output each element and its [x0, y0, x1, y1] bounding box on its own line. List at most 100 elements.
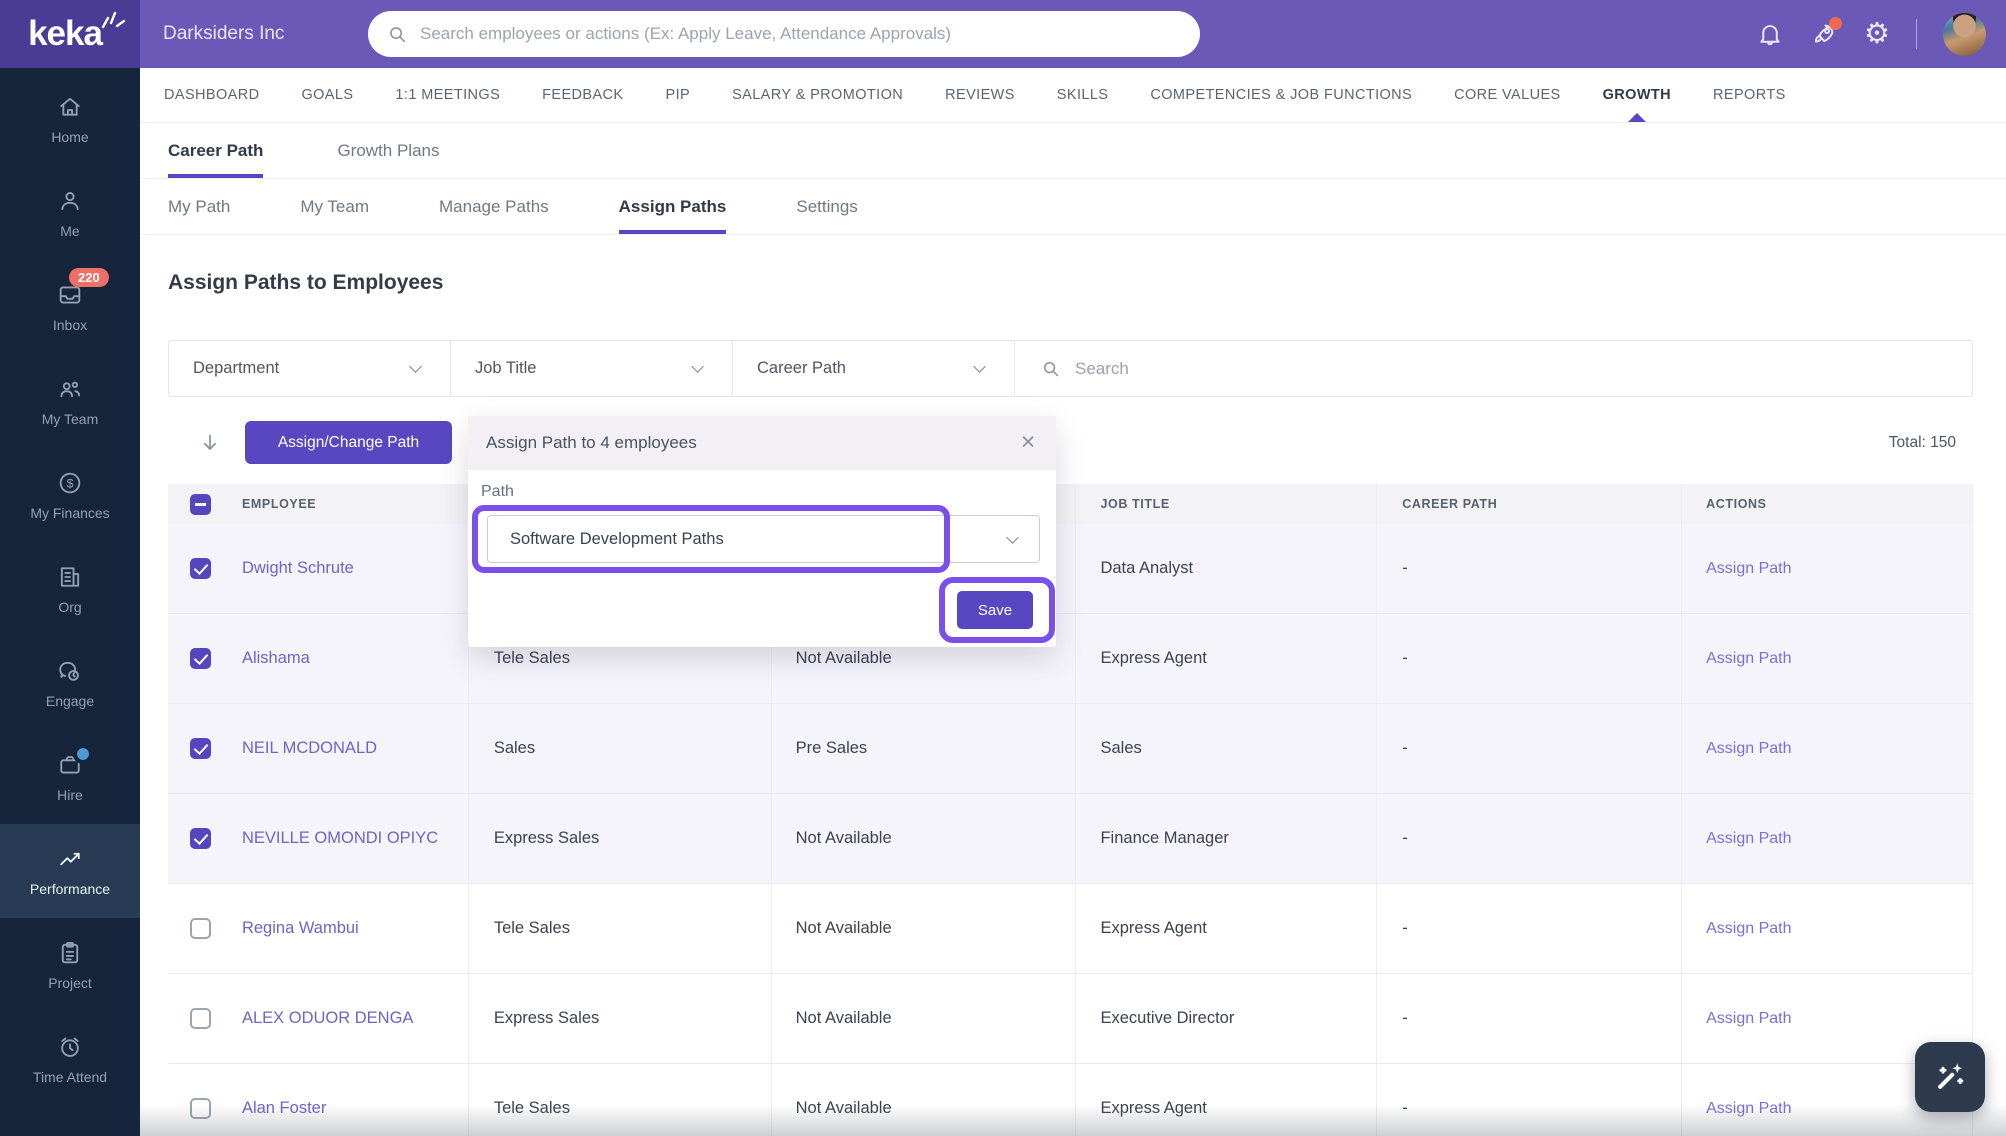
sidebar-item-project[interactable]: Project: [0, 918, 140, 1012]
sidebar-item-home[interactable]: Home: [0, 72, 140, 166]
user-icon: [56, 187, 84, 215]
tab-growth-plans[interactable]: Growth Plans: [337, 123, 439, 178]
row-checkbox[interactable]: [190, 918, 212, 939]
current-path-cell: Not Available: [795, 1009, 892, 1027]
current-path-cell: Not Available: [795, 1099, 892, 1117]
nav-item-goals[interactable]: GOALS: [301, 68, 353, 122]
global-search-input[interactable]: [420, 24, 1200, 44]
job-title-cell: Data Analyst: [1100, 559, 1194, 577]
department-cell: Express Sales: [493, 829, 600, 847]
employee-name-link[interactable]: Alishama: [242, 649, 310, 668]
svg-text:$: $: [67, 476, 74, 490]
module-tabs: Career Path Growth Plans: [140, 123, 2006, 179]
rocket-icon[interactable]: [1810, 17, 1842, 48]
job-title-cell: Express Agent: [1100, 919, 1207, 937]
header-actions: ACTIONS: [1681, 484, 1972, 524]
sidebar-item-inbox[interactable]: 220 Inbox: [0, 260, 140, 354]
path-select-value: Software Development Paths: [510, 529, 724, 548]
home-icon: [56, 93, 84, 121]
sidebar-item-org[interactable]: Org: [0, 542, 140, 636]
path-select[interactable]: Software Development Paths: [487, 515, 1040, 563]
bell-icon[interactable]: [1756, 20, 1784, 48]
nav-item-skills[interactable]: SKILLS: [1057, 68, 1109, 122]
department-cell: Tele Sales: [493, 649, 570, 667]
search-icon: [1043, 361, 1059, 377]
performance-top-nav: DASHBOARD GOALS 1:1 MEETINGS FEEDBACK PIP SAL…: [140, 68, 2006, 123]
header-employee: EMPLOYEE: [241, 497, 317, 511]
nav-item-reviews[interactable]: REVIEWS: [945, 68, 1015, 122]
popup-body: Path Software Development Paths Save: [468, 470, 1056, 647]
employees-table: EMPLOYEE JOB TITLE CAREER PATH ACTIONS D…: [168, 484, 1973, 1136]
sidebar-item-me[interactable]: Me: [0, 166, 140, 260]
nav-item-growth[interactable]: GROWTH: [1603, 68, 1671, 122]
row-checkbox[interactable]: [190, 828, 212, 849]
career-path-cell: -: [1402, 739, 1408, 757]
user-avatar[interactable]: [1943, 12, 1986, 56]
nav-item-reports[interactable]: REPORTS: [1713, 68, 1786, 122]
department-filter[interactable]: Department: [169, 341, 451, 396]
employee-name-link[interactable]: Dwight Schrute: [242, 559, 354, 578]
employee-name-link[interactable]: Alan Foster: [242, 1099, 326, 1118]
row-checkbox[interactable]: [190, 738, 212, 759]
search-icon: [390, 27, 406, 43]
assign-path-link[interactable]: Assign Path: [1706, 1100, 1791, 1118]
employee-name-link[interactable]: NEVILLE OMONDI OPIYC: [242, 829, 438, 848]
department-filter-label: Department: [193, 359, 280, 377]
topbar-divider: [1916, 19, 1917, 49]
company-name: Darksiders Inc: [163, 23, 285, 44]
row-checkbox[interactable]: [190, 648, 212, 669]
nav-item-salary-promotion[interactable]: SALARY & PROMOTION: [732, 68, 903, 122]
gear-icon[interactable]: ⚙: [1864, 19, 1890, 49]
sidebar-item-my-finances[interactable]: $ My Finances: [0, 448, 140, 542]
sidebar-item-performance[interactable]: Performance: [0, 824, 140, 918]
assign-path-link[interactable]: Assign Path: [1706, 650, 1791, 668]
finances-icon: $: [56, 469, 84, 497]
job-title-filter[interactable]: Job Title: [451, 341, 733, 396]
save-button[interactable]: Save: [957, 591, 1033, 629]
filter-bar: Department Job Title Career Path: [168, 340, 1973, 397]
nav-item-competencies-job-functions[interactable]: COMPETENCIES & JOB FUNCTIONS: [1150, 68, 1412, 122]
assign-change-path-button[interactable]: Assign/Change Path: [245, 421, 452, 464]
header-job-title: JOB TITLE: [1075, 484, 1376, 524]
tab-my-team[interactable]: My Team: [300, 179, 369, 234]
assign-path-link[interactable]: Assign Path: [1706, 830, 1791, 848]
employee-name-link[interactable]: Regina Wambui: [242, 919, 359, 938]
nav-item-dashboard[interactable]: DASHBOARD: [164, 68, 259, 122]
row-checkbox[interactable]: [190, 1008, 212, 1029]
table-search-input[interactable]: [1075, 358, 1972, 379]
close-icon[interactable]: ✕: [1020, 434, 1036, 453]
time-icon: [56, 1033, 84, 1061]
assign-path-link[interactable]: Assign Path: [1706, 1010, 1791, 1028]
nav-item-1-1-meetings[interactable]: 1:1 MEETINGS: [395, 68, 500, 122]
job-title-filter-label: Job Title: [475, 359, 537, 377]
top-bar: keka Darksiders Inc ⚙: [0, 0, 2006, 68]
tab-assign-paths[interactable]: Assign Paths: [619, 179, 727, 234]
sort-arrow-icon[interactable]: [198, 431, 222, 455]
row-checkbox[interactable]: [190, 558, 212, 579]
tab-manage-paths[interactable]: Manage Paths: [439, 179, 549, 234]
sidebar-item-hire[interactable]: Hire: [0, 730, 140, 824]
global-search: [368, 11, 1200, 57]
assign-path-link[interactable]: Assign Path: [1706, 560, 1791, 578]
chevron-down-icon: [691, 360, 704, 373]
tab-settings[interactable]: Settings: [796, 179, 857, 234]
assign-path-link[interactable]: Assign Path: [1706, 920, 1791, 938]
row-checkbox[interactable]: [190, 1098, 212, 1119]
tab-my-path[interactable]: My Path: [168, 179, 230, 234]
employee-name-link[interactable]: NEIL MCDONALD: [242, 739, 377, 758]
select-all-checkbox[interactable]: [190, 493, 212, 515]
action-row: Assign/Change Path Total: 150: [168, 416, 1973, 470]
table-row: Regina Wambui Tele Sales Not Available E…: [168, 884, 1972, 974]
sidebar-item-my-team[interactable]: My Team: [0, 354, 140, 448]
tab-career-path[interactable]: Career Path: [168, 123, 263, 178]
sidebar-item-time-attend[interactable]: Time Attend: [0, 1012, 140, 1106]
assign-path-link[interactable]: Assign Path: [1706, 740, 1791, 758]
nav-item-core-values[interactable]: CORE VALUES: [1454, 68, 1560, 122]
sidebar-item-engage[interactable]: Engage: [0, 636, 140, 730]
magic-wand-button[interactable]: [1915, 1042, 1985, 1112]
career-path-filter[interactable]: Career Path: [733, 341, 1015, 396]
department-cell: Tele Sales: [493, 1099, 570, 1117]
nav-item-pip[interactable]: PIP: [666, 68, 691, 122]
nav-item-feedback[interactable]: FEEDBACK: [542, 68, 623, 122]
employee-name-link[interactable]: ALEX ODUOR DENGA: [242, 1009, 413, 1028]
